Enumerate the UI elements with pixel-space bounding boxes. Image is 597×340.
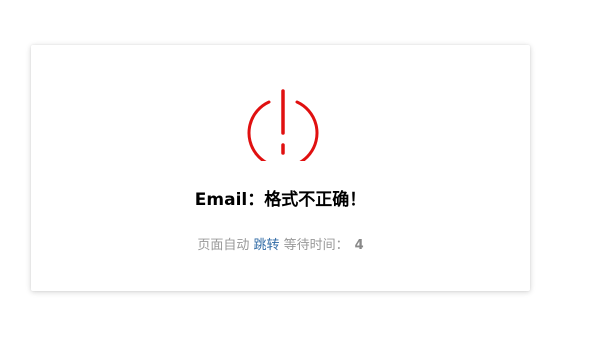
redirect-link[interactable]: 跳转 — [253, 238, 279, 253]
error-message: Email：格式不正确！ — [194, 190, 367, 210]
redirect-prefix: 页面自动 — [197, 238, 250, 253]
error-card: Email：格式不正确！ 页面自动 跳转 等待时间： 4 — [31, 45, 530, 291]
redirect-suffix: 等待时间： — [283, 238, 349, 253]
redirect-notice: 页面自动 跳转 等待时间： 4 — [31, 237, 530, 255]
countdown-seconds: 4 — [354, 238, 364, 253]
power-warning-icon — [247, 89, 319, 169]
